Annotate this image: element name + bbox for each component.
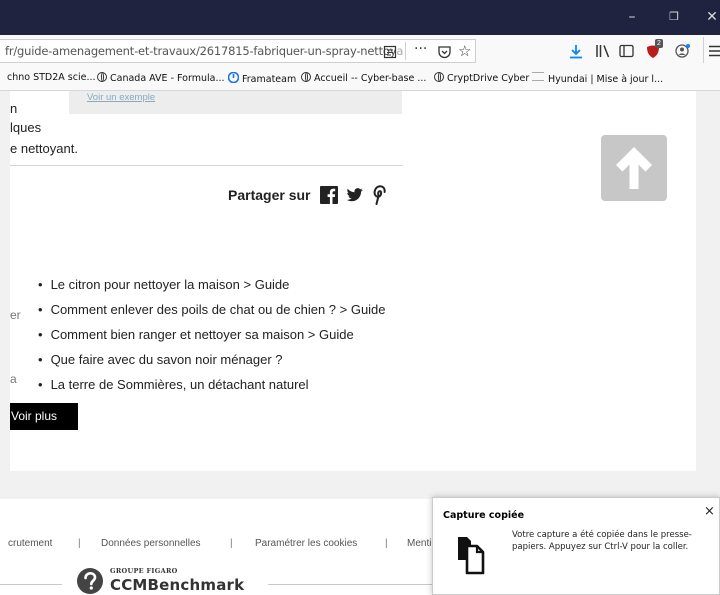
toast-title: Capture copiée [443, 510, 525, 521]
page-margin-left [0, 91, 10, 471]
voir-plus-button[interactable]: Voir plus [10, 403, 78, 430]
hyundai-icon [532, 72, 544, 81]
account-icon[interactable] [675, 43, 691, 59]
bookmark-item[interactable]: Canada AVE - Formula... [97, 72, 225, 84]
sidebar-icon[interactable] [619, 44, 634, 58]
pocket-icon[interactable] [437, 45, 452, 59]
arrow-up-icon [616, 147, 652, 189]
footer-link[interactable]: Menti [407, 538, 431, 549]
facebook-icon[interactable] [320, 186, 338, 204]
library-icon[interactable] [595, 44, 611, 58]
url-text[interactable]: fr/guide-amenagement-et-travaux/2617815-… [5, 44, 403, 58]
twitter-icon[interactable] [345, 188, 364, 203]
side-text-fragment: er [10, 308, 21, 322]
bookmark-item[interactable]: CryptDrive Cyber [434, 72, 529, 84]
footer-rule [268, 584, 438, 585]
toast-close-button[interactable]: × [704, 504, 715, 519]
footer-link[interactable]: Données personnelles [101, 538, 201, 549]
copy-document-icon [458, 537, 485, 575]
example-link[interactable]: Voir un exemple [87, 92, 155, 103]
article-text-fragment: n [10, 101, 18, 116]
article-text-fragment: lques [10, 120, 42, 135]
address-bar[interactable]: fr/guide-amenagement-et-travaux/2617815-… [0, 39, 476, 63]
window-titlebar: – ❐ ✕ [0, 0, 720, 35]
page-actions-icon[interactable]: ··· [414, 41, 427, 57]
menu-icon[interactable] [709, 45, 720, 57]
footer-link[interactable]: Paramétrer les cookies [255, 538, 357, 549]
download-icon[interactable] [569, 44, 583, 59]
footer-link[interactable]: crutement [8, 538, 52, 549]
toolbar-divider [703, 37, 704, 63]
ccm-benchmark-logo[interactable]: GROUPE FIGARO CCMBenchmark [76, 567, 266, 595]
scroll-to-top-button[interactable] [601, 135, 667, 201]
related-link[interactable]: Comment bien ranger et nettoyer sa maiso… [38, 327, 354, 342]
ccm-logo-icon [77, 568, 103, 594]
related-link[interactable]: Le citron pour nettoyer la maison > Guid… [38, 277, 290, 292]
ublock-badge: 2 [655, 39, 663, 48]
related-link[interactable]: Comment enlever des poils de chat ou de … [38, 302, 386, 317]
related-link[interactable]: Que faire avec du savon noir ménager ? [38, 352, 283, 367]
bookmark-item[interactable]: Hyundai | Mise à jour l... [532, 72, 663, 85]
article-text-fragment: e nettoyant. [10, 141, 78, 156]
related-link[interactable]: La terre de Sommières, un détachant natu… [38, 377, 309, 392]
side-text-fragment: a [10, 372, 17, 386]
footer-separator: | [230, 538, 233, 549]
minimize-button[interactable]: – [622, 8, 642, 26]
restore-button[interactable]: ❐ [664, 8, 684, 26]
brand-name: CCMBenchmark [110, 576, 245, 594]
bookmark-item[interactable]: Framateam [227, 71, 296, 85]
notification-toast[interactable]: Capture copiée × Votre capture a été cop… [432, 497, 720, 595]
bookmarks-toolbar: chno STD2A scie... Canada AVE - Formula.… [0, 68, 720, 91]
page-margin-right [696, 91, 720, 471]
urlbar-divider [405, 42, 406, 60]
globe-icon [434, 72, 444, 82]
footer-band [0, 471, 720, 499]
share-label: Partager sur [228, 187, 311, 203]
framateam-icon [227, 71, 240, 84]
footer-separator: | [385, 538, 388, 549]
bookmark-item[interactable]: Accueil -- Cyber-base ... [301, 72, 426, 84]
divider [10, 165, 403, 166]
navigation-toolbar: fr/guide-amenagement-et-travaux/2617815-… [0, 35, 720, 69]
globe-icon [301, 72, 311, 82]
footer-separator: | [78, 538, 81, 549]
bookmark-star-icon[interactable]: ☆ [458, 42, 471, 60]
bookmark-item[interactable]: chno STD2A scie... [7, 72, 96, 83]
pinterest-icon[interactable] [371, 184, 386, 205]
footer-rule [0, 584, 62, 585]
globe-icon [97, 72, 107, 82]
toast-message: Votre capture a été copiée dans le press… [512, 530, 692, 552]
brand-group: GROUPE FIGARO [110, 567, 178, 575]
reader-view-icon[interactable] [383, 45, 397, 59]
close-window-button[interactable]: ✕ [702, 8, 720, 26]
